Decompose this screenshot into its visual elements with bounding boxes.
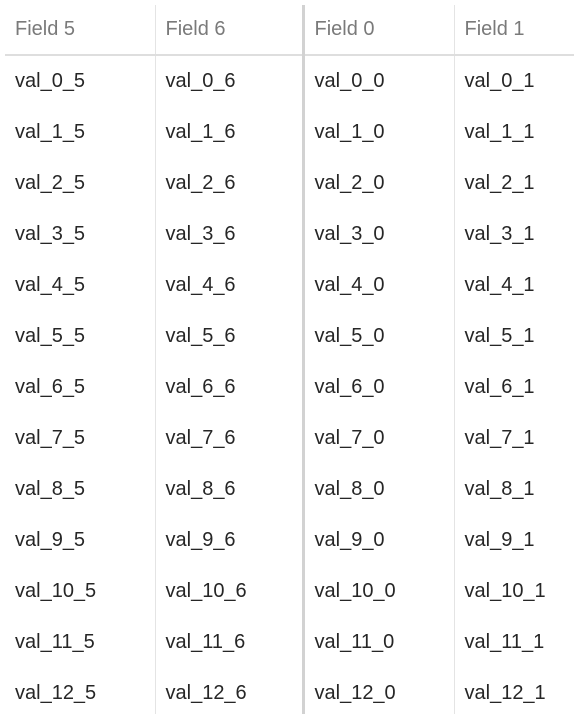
table-row[interactable]: val_6_5 val_6_6 val_6_0 val_6_1 xyxy=(5,362,574,413)
table-cell[interactable]: val_0_0 xyxy=(303,55,455,107)
table-cell[interactable]: val_8_1 xyxy=(454,464,574,515)
table-cell[interactable]: val_10_0 xyxy=(303,566,455,617)
table-cell[interactable]: val_0_6 xyxy=(155,55,305,107)
table-cell[interactable]: val_10_1 xyxy=(454,566,574,617)
table-cell[interactable]: val_0_5 xyxy=(5,55,156,107)
table-cell[interactable]: val_11_6 xyxy=(155,617,305,668)
table-cell[interactable]: val_5_0 xyxy=(303,311,455,362)
table-cell[interactable]: val_9_5 xyxy=(5,515,156,566)
column-header-field-6[interactable]: Field 6 xyxy=(155,5,305,56)
table-cell[interactable]: val_7_5 xyxy=(5,413,156,464)
column-header-field-0[interactable]: Field 0 xyxy=(303,5,455,56)
table-cell[interactable]: val_2_0 xyxy=(303,158,455,209)
table-cell[interactable]: val_5_5 xyxy=(5,311,156,362)
table-row[interactable]: val_5_5 val_5_6 val_5_0 val_5_1 xyxy=(5,311,574,362)
table-cell[interactable]: val_9_0 xyxy=(303,515,455,566)
header-row: Field 5 Field 6 Field 0 Field 1 xyxy=(5,5,574,56)
table-cell[interactable]: val_11_0 xyxy=(303,617,455,668)
table-cell[interactable]: val_10_5 xyxy=(5,566,156,617)
table-cell[interactable]: val_3_1 xyxy=(454,209,574,260)
table-cell[interactable]: val_0_1 xyxy=(454,55,574,107)
table-cell[interactable]: val_12_1 xyxy=(454,668,574,714)
table-row[interactable]: val_0_5 val_0_6 val_0_0 val_0_1 xyxy=(5,55,574,107)
table-cell[interactable]: val_7_1 xyxy=(454,413,574,464)
table-cell[interactable]: val_10_6 xyxy=(155,566,305,617)
table-cell[interactable]: val_1_6 xyxy=(155,107,305,158)
table-cell[interactable]: val_2_6 xyxy=(155,158,305,209)
table-cell[interactable]: val_1_1 xyxy=(454,107,574,158)
table-cell[interactable]: val_7_6 xyxy=(155,413,305,464)
table-cell[interactable]: val_2_5 xyxy=(5,158,156,209)
table-cell[interactable]: val_7_0 xyxy=(303,413,455,464)
table-cell[interactable]: val_6_0 xyxy=(303,362,455,413)
table-cell[interactable]: val_4_0 xyxy=(303,260,455,311)
column-header-field-1[interactable]: Field 1 xyxy=(454,5,574,56)
table-row[interactable]: val_11_5 val_11_6 val_11_0 val_11_1 xyxy=(5,617,574,668)
table-cell[interactable]: val_9_1 xyxy=(454,515,574,566)
table-cell[interactable]: val_2_1 xyxy=(454,158,574,209)
table-cell[interactable]: val_12_6 xyxy=(155,668,305,714)
table-row[interactable]: val_9_5 val_9_6 val_9_0 val_9_1 xyxy=(5,515,574,566)
table-cell[interactable]: val_11_5 xyxy=(5,617,156,668)
table-row[interactable]: val_2_5 val_2_6 val_2_0 val_2_1 xyxy=(5,158,574,209)
table-cell[interactable]: val_9_6 xyxy=(155,515,305,566)
table-cell[interactable]: val_6_6 xyxy=(155,362,305,413)
table-row[interactable]: val_1_5 val_1_6 val_1_0 val_1_1 xyxy=(5,107,574,158)
table-cell[interactable]: val_4_5 xyxy=(5,260,156,311)
table-row[interactable]: val_8_5 val_8_6 val_8_0 val_8_1 xyxy=(5,464,574,515)
table-cell[interactable]: val_8_5 xyxy=(5,464,156,515)
table-cell[interactable]: val_3_0 xyxy=(303,209,455,260)
table-cell[interactable]: val_4_1 xyxy=(454,260,574,311)
table-cell[interactable]: val_8_0 xyxy=(303,464,455,515)
table-row[interactable]: val_4_5 val_4_6 val_4_0 val_4_1 xyxy=(5,260,574,311)
table-cell[interactable]: val_12_0 xyxy=(303,668,455,714)
table-cell[interactable]: val_12_5 xyxy=(5,668,156,714)
table-row[interactable]: val_7_5 val_7_6 val_7_0 val_7_1 xyxy=(5,413,574,464)
table-cell[interactable]: val_3_6 xyxy=(155,209,305,260)
table-row[interactable]: val_12_5 val_12_6 val_12_0 val_12_1 xyxy=(5,668,574,714)
table-cell[interactable]: val_1_0 xyxy=(303,107,455,158)
table-row[interactable]: val_10_5 val_10_6 val_10_0 val_10_1 xyxy=(5,566,574,617)
table-cell[interactable]: val_8_6 xyxy=(155,464,305,515)
column-header-field-5[interactable]: Field 5 xyxy=(5,5,156,56)
table-row[interactable]: val_3_5 val_3_6 val_3_0 val_3_1 xyxy=(5,209,574,260)
table-cell[interactable]: val_11_1 xyxy=(454,617,574,668)
data-table: Field 5 Field 6 Field 0 Field 1 val_0_5 … xyxy=(5,5,574,714)
table-cell[interactable]: val_1_5 xyxy=(5,107,156,158)
table-cell[interactable]: val_4_6 xyxy=(155,260,305,311)
table-cell[interactable]: val_5_6 xyxy=(155,311,305,362)
table-cell[interactable]: val_3_5 xyxy=(5,209,156,260)
table-cell[interactable]: val_6_1 xyxy=(454,362,574,413)
table-cell[interactable]: val_5_1 xyxy=(454,311,574,362)
data-grid: Field 5 Field 6 Field 0 Field 1 val_0_5 … xyxy=(5,5,574,714)
table-cell[interactable]: val_6_5 xyxy=(5,362,156,413)
